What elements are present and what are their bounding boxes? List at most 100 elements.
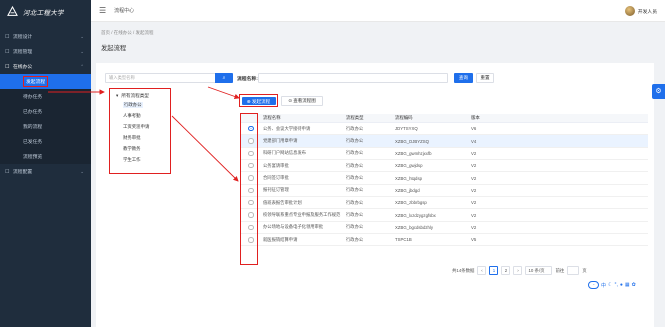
- tree-node[interactable]: 人事考勤: [123, 113, 141, 119]
- sidebar: 河北工程大学 ☐ 流程设计 ⌄ ☐ 流程管理 ⌄ ☐ 在线办公 ⌃ 发起流程 待…: [0, 0, 91, 327]
- start-flow-button[interactable]: ⊕ 发起流程: [241, 96, 276, 105]
- type-search-input[interactable]: 输入类型名称: [105, 73, 233, 83]
- sidebar-item-flow-config[interactable]: ☐ 流程配置 ⌄: [0, 164, 91, 179]
- view-diagram-button[interactable]: ⊙ 查看流程图: [281, 96, 323, 106]
- moon-icon[interactable]: ☾: [608, 282, 612, 288]
- chevron-up-icon: ⌃: [80, 63, 84, 69]
- cell: 行政办公: [346, 187, 364, 193]
- sidebar-subitem-preview[interactable]: 流程预览: [0, 149, 91, 164]
- cell: V2: [471, 212, 477, 218]
- goto-label: 前往: [555, 267, 565, 273]
- gear-icon[interactable]: ⚙: [652, 84, 665, 99]
- cell: V2: [471, 175, 477, 181]
- table-row[interactable]: 就医报销结算申请 行政办公 TSPC1B V5: [241, 234, 648, 247]
- sidebar-item-online-office[interactable]: ☐ 在线办公 ⌃: [0, 59, 91, 74]
- flow-name-input[interactable]: [258, 73, 448, 83]
- topbar: ☰ 流程中心: [91, 0, 665, 22]
- sidebar-subitem-label: 发起流程: [23, 76, 49, 87]
- sidebar-item-label: 流程配置: [13, 170, 33, 175]
- sidebar-subitem-todo[interactable]: 待办任务: [0, 89, 91, 104]
- cell: XZBG_htqdsp: [395, 175, 422, 181]
- logo-text: 河北工程大学: [23, 8, 64, 17]
- start-flow-button-frame: ⊕ 发起流程: [239, 94, 278, 107]
- sidebar-item-flow-design[interactable]: ☐ 流程设计 ⌄: [0, 29, 91, 44]
- cell: TSPC1B: [395, 237, 412, 243]
- cell: V4: [471, 138, 477, 144]
- next-page-button[interactable]: ›: [513, 266, 523, 275]
- cell: XZBG_gwmhzjxxfb: [395, 150, 432, 156]
- config-icon: ☐: [5, 168, 10, 175]
- col-header: 流程编码: [395, 115, 413, 120]
- total-count: 共14条数据: [452, 267, 475, 273]
- punctuation-icon[interactable]: °,: [615, 282, 618, 288]
- office-icon: ☐: [5, 63, 10, 70]
- sidebar-item-flow-manage[interactable]: ☐ 流程管理 ⌄: [0, 44, 91, 59]
- breadcrumb: 首页 / 在线办公 / 发起流程: [101, 30, 154, 35]
- cell: 报刊征订管理: [263, 187, 289, 193]
- chevron-down-icon: ⌄: [80, 48, 84, 54]
- cell: 党建部门用章申请: [263, 138, 298, 144]
- sidebar-item-label: 流程设计: [13, 35, 33, 40]
- mic-icon[interactable]: ●: [620, 282, 623, 288]
- tree-root[interactable]: ▾ 所有流程类型: [116, 93, 149, 99]
- keyboard-icon[interactable]: ▦: [625, 282, 630, 288]
- cell: V2: [471, 150, 477, 156]
- goto-input[interactable]: [567, 266, 580, 275]
- page-title: 发起流程: [101, 45, 127, 52]
- settings-icon[interactable]: ✿: [632, 282, 636, 288]
- table-row[interactable]: 合同签订审批 行政办公 XZBG_htqdsp V2: [241, 172, 648, 185]
- table-row[interactable]: 办公场地与设备电子化领用审批 行政办公 XZBG_bgcdsbdzhly V2: [241, 222, 648, 235]
- ime-toolbar: ◔ 中 ☾ °, ● ▦ ✿: [588, 281, 636, 289]
- flow-icon: ☐: [5, 33, 10, 40]
- tree-node[interactable]: 工资奖惩申请: [123, 124, 149, 130]
- table-row[interactable]: 值班表报告审批计划 行政办公 XZBG_zbbrbgsp V2: [241, 197, 648, 210]
- cell: 行政办公: [346, 150, 364, 156]
- cell: 行政办公: [346, 125, 364, 131]
- menu-toggle-icon[interactable]: ☰: [99, 6, 106, 15]
- table-row[interactable]: 党建部门用章申请 行政办公 XZBG_DJBYZSQ V4: [241, 135, 648, 148]
- cell: 行政办公: [346, 199, 364, 205]
- table-row[interactable]: 公务宴请审批 行政办公 XZBG_gwjdsp V2: [241, 160, 648, 173]
- cell: XZBG_DJBYZSQ: [395, 138, 429, 144]
- tree-node[interactable]: 财务审批: [123, 135, 141, 141]
- page-suffix: 页: [582, 267, 587, 273]
- cell: 行政办公: [346, 212, 364, 218]
- cell: V2: [471, 187, 477, 193]
- table-row[interactable]: 科研门户网站信息发布 行政办公 XZBG_gwmhzjxxfb V2: [241, 148, 648, 161]
- chinese-input-icon[interactable]: 中: [601, 282, 606, 289]
- cell: 合同签订审批: [263, 175, 289, 181]
- cell: 公务、会议大学接待申请: [263, 125, 311, 131]
- sidebar-item-label: 在线办公: [13, 65, 33, 70]
- tree-node[interactable]: 教学教务: [123, 146, 141, 152]
- page-button[interactable]: 1: [489, 266, 499, 275]
- tree-node[interactable]: 行政办公: [123, 102, 143, 108]
- sidebar-subitem-sent[interactable]: 已发任务: [0, 134, 91, 149]
- view-diagram-label: 查看流程图: [293, 98, 316, 103]
- table-row[interactable]: 公务、会议大学接待申请 行政办公 JDYTSYXQ V6: [241, 123, 648, 136]
- flow-type-tree: ▾ 所有流程类型 行政办公 人事考勤 工资奖惩申请 财务审批 教学教务 学生工作: [109, 88, 171, 174]
- table-row[interactable]: 校领导联系重点专业申报及服务工作规范 行政办公 XZBG_lxzdzygzgfsbx…: [241, 209, 648, 222]
- page-button[interactable]: 2: [501, 266, 511, 275]
- user-name: 开发人员: [637, 9, 657, 15]
- cell: V6: [471, 126, 477, 132]
- page-size-select[interactable]: 10 条/页: [525, 266, 553, 275]
- prev-page-button[interactable]: ‹: [477, 266, 487, 275]
- cell: V5: [471, 237, 477, 243]
- cell: 行政办公: [346, 236, 364, 242]
- cell: 行政办公: [346, 224, 364, 230]
- col-header: 版本: [471, 115, 480, 120]
- reset-button[interactable]: 重置: [476, 73, 494, 83]
- search-button[interactable]: 查询: [454, 73, 473, 83]
- cell: V2: [471, 200, 477, 206]
- cell: 行政办公: [346, 138, 364, 144]
- search-icon[interactable]: ⌕: [215, 73, 233, 83]
- ime-badge-icon[interactable]: ◔: [588, 281, 599, 289]
- sidebar-subitem-my-flow[interactable]: 我的流程: [0, 119, 91, 134]
- cell: 科研门户网站信息发布: [263, 150, 306, 156]
- tree-node[interactable]: 学生工作: [123, 157, 141, 163]
- sidebar-subitem-start-flow[interactable]: 发起流程: [0, 74, 91, 89]
- sidebar-subitem-done[interactable]: 已办任务: [0, 104, 91, 119]
- user-menu[interactable]: 开发人员: [624, 6, 657, 16]
- table-row[interactable]: 报刊征订管理 行政办公 XZBG_jbdgd V2: [241, 185, 648, 198]
- cell: JDYTSYXQ: [395, 126, 418, 132]
